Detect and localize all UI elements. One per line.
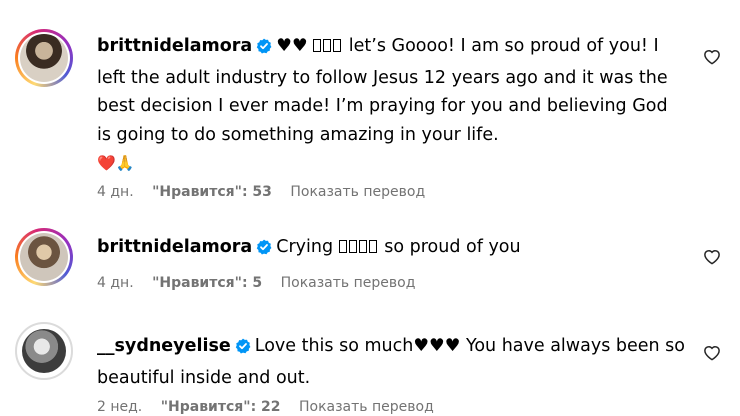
username[interactable]: brittnidelamora bbox=[97, 36, 252, 56]
likes-count[interactable]: "Нравится": 53 bbox=[152, 184, 272, 200]
translate-link[interactable]: Показать перевод bbox=[299, 399, 434, 415]
comment-text-first: Crying bbox=[276, 237, 334, 257]
avatar[interactable] bbox=[15, 322, 73, 380]
comment-text-first: Love this so much bbox=[254, 336, 414, 356]
comment-text-first: let’s Goooo! I am so proud of you! bbox=[348, 36, 648, 56]
like-heart-icon[interactable] bbox=[703, 344, 721, 365]
translate-link[interactable]: Показать перевод bbox=[290, 184, 425, 200]
avatar[interactable] bbox=[15, 228, 73, 286]
avatar[interactable] bbox=[15, 29, 73, 87]
timestamp[interactable]: 2 нед. bbox=[97, 399, 142, 415]
timestamp[interactable]: 4 дн. bbox=[97, 184, 134, 200]
emoji-hearts: ♥♥ bbox=[276, 36, 308, 56]
like-heart-icon[interactable] bbox=[703, 248, 721, 269]
likes-count[interactable]: "Нравится": 22 bbox=[161, 399, 281, 415]
emoji-end: ❤️🙏 bbox=[97, 154, 135, 172]
emoji-hearts: ♥♥♥ bbox=[413, 336, 461, 356]
verified-badge-icon bbox=[235, 335, 251, 364]
comment-text: so proud of you bbox=[384, 237, 521, 257]
timestamp[interactable]: 4 дн. bbox=[97, 275, 134, 291]
likes-count[interactable]: "Нравится": 5 bbox=[152, 275, 262, 291]
username[interactable]: __sydneyelise bbox=[97, 336, 231, 356]
like-heart-icon[interactable] bbox=[703, 48, 721, 69]
comment-meta: 4 дн. "Нравится": 53 Показать перевод bbox=[97, 184, 439, 200]
comment-meta: 2 нед. "Нравится": 22 Показать перевод bbox=[97, 399, 448, 415]
verified-badge-icon bbox=[256, 236, 272, 265]
comment-meta: 4 дн. "Нравится": 5 Показать перевод bbox=[97, 275, 429, 291]
verified-badge-icon bbox=[256, 35, 272, 64]
username[interactable]: brittnidelamora bbox=[97, 237, 252, 257]
translate-link[interactable]: Показать перевод bbox=[281, 275, 416, 291]
